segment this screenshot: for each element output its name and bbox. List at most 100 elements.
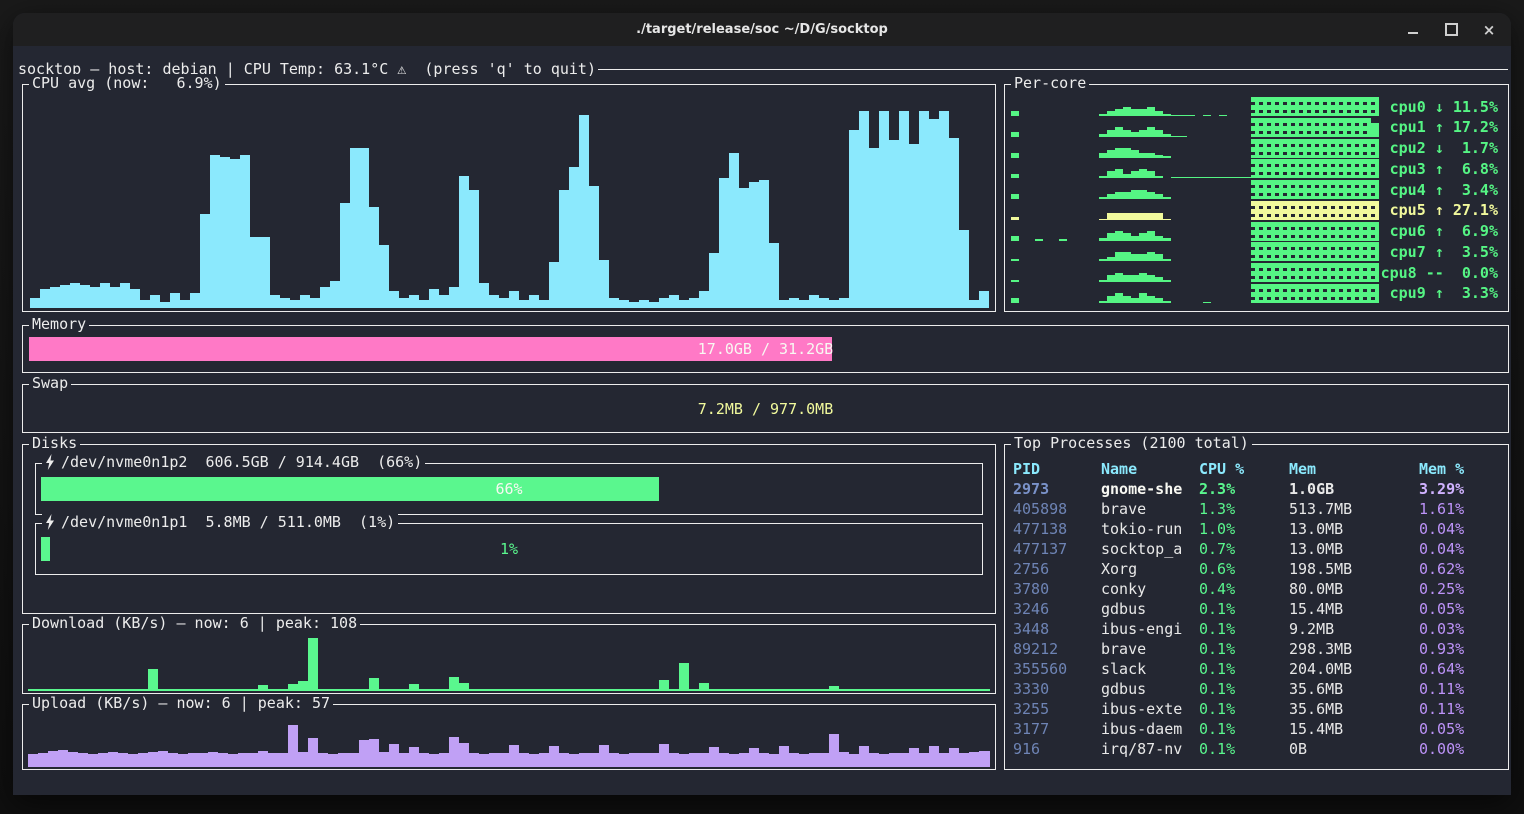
bar [979,689,989,691]
bar [278,753,288,767]
process-cell: 3448 [1013,619,1101,639]
spark-col [1307,180,1315,199]
bar [899,111,909,308]
bar [909,689,919,691]
process-cell: 0.05% [1419,599,1504,619]
spark-col [1275,139,1283,158]
spark-col [1267,180,1275,199]
spark-col [1267,242,1275,261]
column-header: Name [1101,459,1199,479]
gauge-label: 7.2MB / 977.0MB [29,397,1502,421]
bar [359,148,369,308]
spark-col [1147,296,1155,303]
maximize-button[interactable] [1443,22,1459,38]
spark-col [1267,139,1275,158]
bar [78,753,88,767]
spark-col [1147,127,1155,137]
spark-col [1331,159,1339,178]
bar [48,689,58,691]
bar [150,295,160,308]
bar [340,203,350,308]
bar [529,689,539,691]
spark-col [1251,222,1259,241]
core-label: cpu0 ↓ 11.5% [1379,98,1502,116]
spark-col [1267,118,1275,137]
bar [549,689,559,691]
bar [188,689,198,691]
spark-col [1139,254,1147,261]
bar [128,754,138,767]
bar [419,300,429,308]
process-cell: 89212 [1013,639,1101,659]
process-cell: 3330 [1013,679,1101,699]
bar [180,300,190,308]
bar [589,689,599,691]
spark-col [1115,213,1123,220]
bar [158,689,168,691]
bar [969,300,979,308]
spark-col [1363,159,1371,178]
bar [300,295,310,308]
spark-col [1371,263,1379,282]
spark-col [1339,263,1347,282]
bar [100,283,110,308]
bar [318,753,328,767]
spark-col [1331,139,1339,158]
bar [50,287,60,308]
bar [859,111,869,308]
bar [268,689,278,691]
spark-col [1131,275,1139,282]
bar [258,751,268,767]
bar [569,689,579,691]
spark-col [1131,150,1139,157]
bar [479,754,489,767]
bar [88,689,98,691]
swap-title: Swap [29,374,71,392]
spark-col [1267,201,1275,220]
bar [699,753,709,767]
window-titlebar: ./target/release/soc ~/D/G/socktop × [13,13,1511,46]
bar [979,751,989,767]
process-cell: 2.3% [1199,479,1289,499]
bar [729,153,739,308]
minimize-button[interactable] [1405,22,1421,38]
spark-col [1155,254,1163,261]
spark-col [1259,139,1267,158]
core-sparkline [1011,284,1379,303]
spark-col [1347,97,1355,116]
spark-col [1371,242,1379,261]
bar [499,689,509,691]
bar [579,753,589,767]
bar [70,283,80,308]
core-label: cpu1 ↑ 17.2% [1379,118,1502,136]
gauge-fill: 66% [41,477,659,501]
bar [499,753,509,767]
spark-col [1243,177,1251,178]
process-cell: 0.62% [1419,559,1504,579]
spark-col [1371,139,1379,158]
bar [689,753,699,767]
core-sparkline [1011,97,1379,116]
core-row: cpu3 ↑ 6.8% [1011,159,1502,178]
bar [298,681,308,691]
spark-col [1315,222,1323,241]
spark-col [1139,169,1147,179]
spark-col [1291,222,1299,241]
close-button[interactable]: × [1481,22,1497,38]
spark-col [1283,180,1291,199]
spark-col [1107,194,1115,199]
spark-col [1299,139,1307,158]
spark-col [1323,118,1331,137]
bar [38,689,48,691]
spark-col [1147,107,1155,117]
spark-col [1347,222,1355,241]
spark-col [1371,222,1379,241]
bar [769,754,779,767]
spark-col [1131,213,1139,220]
core-label: cpu5 ↑ 27.1% [1379,201,1502,219]
bar [879,689,889,691]
bar [659,680,669,691]
spark-col [1291,242,1299,261]
bar [349,753,359,767]
spark-col [1355,201,1363,220]
